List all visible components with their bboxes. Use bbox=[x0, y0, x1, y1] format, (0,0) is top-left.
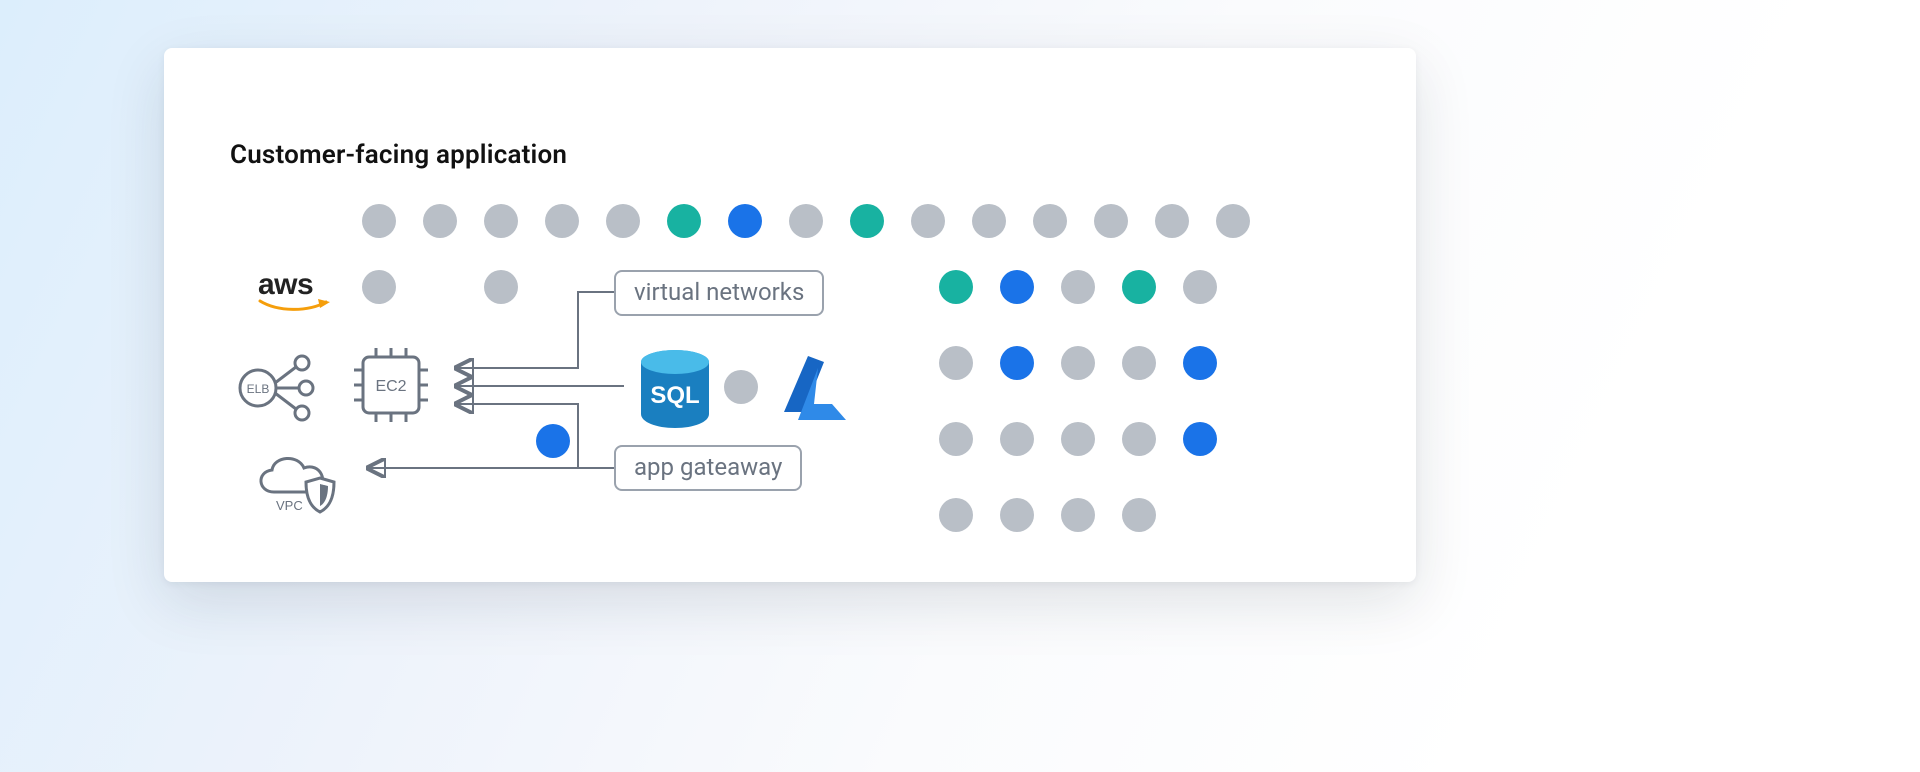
aws-logo-text: aws bbox=[258, 268, 313, 301]
status-dot bbox=[362, 204, 396, 238]
azure-logo-icon bbox=[774, 348, 854, 428]
status-dot bbox=[1216, 204, 1250, 238]
status-dot bbox=[1094, 204, 1128, 238]
status-dot bbox=[1000, 498, 1034, 532]
status-dot bbox=[939, 498, 973, 532]
status-dot bbox=[728, 204, 762, 238]
status-dot bbox=[789, 204, 823, 238]
aws-logo: aws bbox=[258, 268, 350, 314]
status-dot bbox=[1000, 422, 1034, 456]
sql-database-icon: SQL bbox=[636, 348, 714, 436]
status-dot bbox=[536, 424, 570, 458]
status-dot bbox=[1061, 270, 1095, 304]
status-dot bbox=[1061, 422, 1095, 456]
status-dot bbox=[972, 204, 1006, 238]
svg-text:ELB: ELB bbox=[247, 382, 270, 396]
status-dot bbox=[606, 204, 640, 238]
status-dot bbox=[1000, 270, 1034, 304]
chip-label: app gateaway bbox=[634, 453, 782, 481]
status-dot bbox=[484, 270, 518, 304]
status-dot bbox=[939, 422, 973, 456]
status-dot bbox=[667, 204, 701, 238]
status-dot bbox=[362, 270, 396, 304]
status-dot bbox=[1183, 422, 1217, 456]
chip-label: virtual networks bbox=[634, 278, 804, 306]
status-dot bbox=[1033, 204, 1067, 238]
status-dot bbox=[1122, 422, 1156, 456]
status-dot bbox=[1061, 498, 1095, 532]
status-dot bbox=[545, 204, 579, 238]
status-dot bbox=[1061, 346, 1095, 380]
vpc-icon: VPC bbox=[248, 448, 358, 526]
status-dot bbox=[850, 204, 884, 238]
chip-virtual-networks: virtual networks bbox=[614, 270, 824, 316]
status-dot bbox=[1155, 204, 1189, 238]
svg-text:VPC: VPC bbox=[276, 498, 303, 513]
svg-text:SQL: SQL bbox=[650, 382, 699, 409]
status-dot bbox=[939, 346, 973, 380]
status-dot bbox=[1122, 346, 1156, 380]
status-dot bbox=[1122, 270, 1156, 304]
status-dot bbox=[484, 204, 518, 238]
ec2-icon: EC2 bbox=[346, 340, 436, 430]
status-dot bbox=[1000, 346, 1034, 380]
status-dot bbox=[1183, 346, 1217, 380]
svg-text:EC2: EC2 bbox=[375, 378, 406, 395]
status-dot bbox=[1183, 270, 1217, 304]
status-dot bbox=[1122, 498, 1156, 532]
elb-icon: ELB bbox=[238, 353, 326, 423]
diagram-card: Customer-facing application virtual netw… bbox=[164, 48, 1416, 582]
status-dot bbox=[724, 370, 758, 404]
diagram-title: Customer-facing application bbox=[230, 140, 567, 170]
status-dot bbox=[939, 270, 973, 304]
status-dot bbox=[423, 204, 457, 238]
status-dot bbox=[911, 204, 945, 238]
chip-app-gateway: app gateaway bbox=[614, 445, 802, 491]
